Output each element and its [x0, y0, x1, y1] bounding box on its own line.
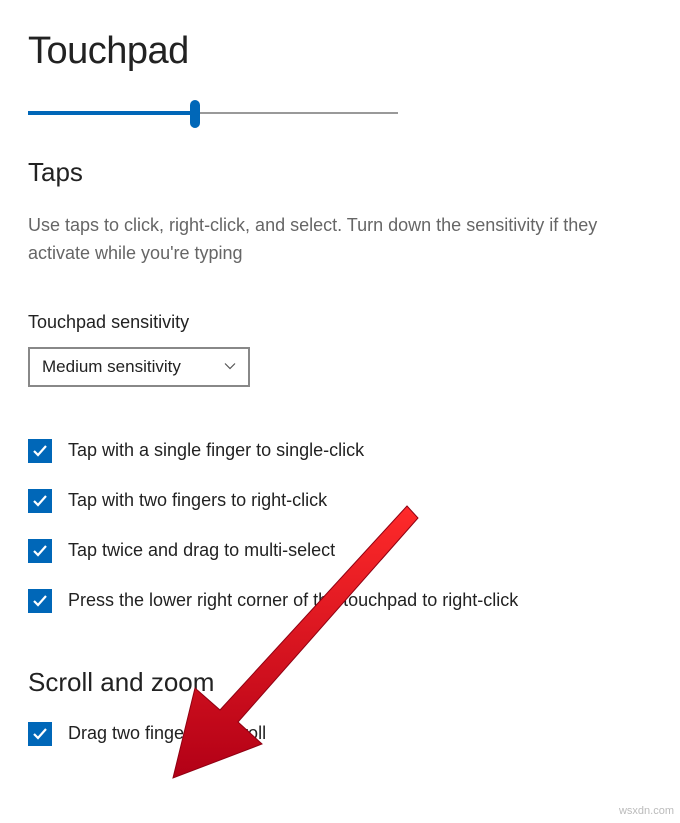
checkbox-label: Tap twice and drag to multi-select — [68, 540, 335, 561]
sensitivity-label: Touchpad sensitivity — [28, 312, 652, 333]
checkbox-label: Press the lower right corner of the touc… — [68, 590, 518, 611]
taps-heading: Taps — [28, 157, 652, 188]
watermark: wsxdn.com — [619, 805, 674, 817]
cursor-speed-slider[interactable] — [28, 97, 398, 127]
chevron-down-icon — [224, 357, 236, 377]
taps-description: Use taps to click, right-click, and sele… — [28, 212, 638, 268]
checkbox-lower-right-corner[interactable]: Press the lower right corner of the touc… — [28, 589, 652, 613]
checkbox-drag-two-fingers[interactable]: Drag two fingers to scroll — [28, 722, 652, 746]
slider-thumb[interactable] — [190, 100, 200, 128]
checkbox-tap-twice-drag[interactable]: Tap twice and drag to multi-select — [28, 539, 652, 563]
checkbox-icon[interactable] — [28, 539, 52, 563]
sensitivity-select[interactable]: Medium sensitivity — [28, 347, 250, 387]
checkbox-tap-single[interactable]: Tap with a single finger to single-click — [28, 439, 652, 463]
checkbox-icon[interactable] — [28, 489, 52, 513]
checkbox-icon[interactable] — [28, 589, 52, 613]
sensitivity-value: Medium sensitivity — [42, 357, 181, 377]
scroll-zoom-heading: Scroll and zoom — [28, 667, 652, 698]
checkbox-tap-two[interactable]: Tap with two fingers to right-click — [28, 489, 652, 513]
slider-fill — [28, 111, 195, 115]
checkbox-label: Tap with a single finger to single-click — [68, 440, 364, 461]
checkbox-label: Tap with two fingers to right-click — [68, 490, 327, 511]
checkbox-icon[interactable] — [28, 722, 52, 746]
checkbox-icon[interactable] — [28, 439, 52, 463]
slider-rest — [195, 112, 399, 114]
page-title: Touchpad — [28, 30, 652, 73]
checkbox-label: Drag two fingers to scroll — [68, 723, 266, 744]
